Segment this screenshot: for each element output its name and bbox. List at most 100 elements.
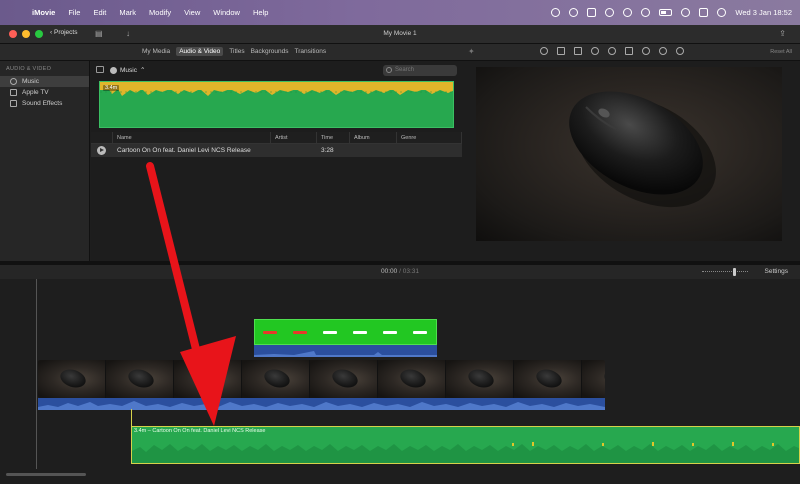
- timeline-scrollbar[interactable]: [6, 473, 86, 476]
- stabilization-icon[interactable]: [591, 47, 599, 55]
- zoom-slider[interactable]: [702, 271, 748, 273]
- clip-frame: [378, 360, 446, 398]
- col-genre[interactable]: Genre: [397, 132, 462, 143]
- user-icon[interactable]: [717, 8, 727, 17]
- current-time: 00:00: [381, 268, 398, 275]
- menu-modify[interactable]: Modify: [149, 8, 171, 17]
- clip-frame: [514, 360, 582, 398]
- video-clip-audio[interactable]: [38, 398, 605, 410]
- menu-bar: iMovie File Edit Mark Modify View Window…: [0, 0, 800, 25]
- cell-name: Cartoon On On feat. Daniel Levi NCS Rele…: [117, 147, 251, 154]
- menu-window[interactable]: Window: [213, 8, 240, 17]
- sidebar-item-music[interactable]: Music: [0, 76, 89, 87]
- clip-frame: [174, 360, 242, 398]
- search-input[interactable]: Search: [383, 65, 457, 76]
- sidebar-item-sound-effects[interactable]: Sound Effects: [0, 98, 89, 109]
- video-viewer: [462, 61, 800, 261]
- clip-filter-icon[interactable]: [659, 47, 667, 55]
- clip-frame: [242, 360, 310, 398]
- media-browser: Music ⌃ Search 3.4m Name Artist Time Alb…: [91, 61, 462, 261]
- music-clip-label: 3.4m – Cartoon On On feat. Daniel Levi N…: [134, 428, 266, 434]
- music-note-icon: [10, 78, 17, 85]
- record-icon[interactable]: [551, 8, 561, 17]
- play-preview-icon[interactable]: [97, 146, 106, 155]
- tab-backgrounds[interactable]: Backgrounds: [251, 48, 289, 56]
- menubar-clock[interactable]: Wed 3 Jan 18:52: [735, 8, 792, 17]
- music-icon: [110, 66, 117, 74]
- color-correction-icon[interactable]: [557, 47, 565, 55]
- speed-icon[interactable]: [642, 47, 650, 55]
- volume-icon[interactable]: [608, 47, 616, 55]
- cell-artist: [271, 144, 317, 157]
- tab-titles[interactable]: Titles: [229, 48, 244, 56]
- title-clip-audio[interactable]: [254, 345, 437, 357]
- battery-icon[interactable]: [659, 9, 673, 16]
- source-dropdown[interactable]: Music ⌃: [110, 66, 145, 74]
- playhead[interactable]: [36, 279, 37, 469]
- play-status-icon[interactable]: [641, 8, 651, 17]
- clip-connection-line: [131, 409, 132, 426]
- close-window-button[interactable]: [9, 30, 17, 38]
- projects-label: Projects: [53, 29, 78, 36]
- tab-my-media[interactable]: My Media: [142, 48, 170, 56]
- timecode: 00:00 / 03:31: [381, 268, 419, 275]
- timeline-header: 00:00 / 03:31 Settings: [0, 265, 800, 279]
- sidebar-item-label: Sound Effects: [22, 100, 63, 107]
- music-table: Name Artist Time Album Genre Cartoon On …: [91, 132, 462, 157]
- noise-reduction-icon[interactable]: [625, 47, 633, 55]
- audio-waveform-preview[interactable]: 3.4m: [99, 81, 454, 128]
- reset-all-button[interactable]: Reset All: [770, 49, 792, 55]
- waveform-graphic: [100, 82, 453, 96]
- video-preview[interactable]: [476, 67, 782, 241]
- settings-button[interactable]: Settings: [765, 268, 789, 275]
- import-icon[interactable]: ↓: [126, 29, 130, 38]
- share-icon[interactable]: ⇪: [779, 29, 786, 38]
- col-name[interactable]: Name: [113, 132, 271, 143]
- wifi-icon[interactable]: [681, 8, 691, 17]
- menu-mark[interactable]: Mark: [119, 8, 136, 17]
- sidebar-item-apple-tv[interactable]: Apple TV: [0, 87, 89, 98]
- col-artist[interactable]: Artist: [271, 132, 317, 143]
- library-toggle-icon[interactable]: ▤: [95, 29, 103, 38]
- col-time[interactable]: Time: [317, 132, 350, 143]
- table-row[interactable]: Cartoon On On feat. Daniel Levi NCS Rele…: [91, 144, 462, 157]
- magic-wand-icon[interactable]: ✦: [468, 47, 475, 56]
- cell-album: [350, 144, 397, 157]
- vpn-icon[interactable]: [605, 8, 615, 17]
- clock-icon[interactable]: [569, 8, 579, 17]
- music-clip[interactable]: 3.4m – Cartoon On On feat. Daniel Levi N…: [131, 426, 800, 464]
- clip-frame: [310, 360, 378, 398]
- video-clip[interactable]: [38, 360, 605, 398]
- minimize-window-button[interactable]: [22, 30, 30, 38]
- zoom-window-button[interactable]: [35, 30, 43, 38]
- info-icon[interactable]: [676, 47, 684, 55]
- menu-edit[interactable]: Edit: [93, 8, 106, 17]
- tab-audio-video[interactable]: Audio & Video: [176, 47, 224, 56]
- clip-frame: [106, 360, 174, 398]
- table-header: Name Artist Time Album Genre: [91, 132, 462, 144]
- chevron-updown-icon: ⌃: [139, 67, 146, 74]
- menu-imovie[interactable]: iMovie: [32, 8, 55, 17]
- menu-view[interactable]: View: [184, 8, 200, 17]
- sync-icon[interactable]: [623, 8, 633, 17]
- col-album[interactable]: Album: [350, 132, 397, 143]
- browser-tabs-bar: My Media Audio & Video Titles Background…: [0, 44, 462, 61]
- clip-frame: [38, 360, 106, 398]
- menu-file[interactable]: File: [68, 8, 80, 17]
- timeline: 3.4m – Cartoon On On feat. Daniel Levi N…: [0, 279, 800, 484]
- crop-icon[interactable]: [574, 47, 582, 55]
- color-balance-icon[interactable]: [540, 47, 548, 55]
- menu-help[interactable]: Help: [253, 8, 268, 17]
- duration-label: 3.4m: [103, 85, 120, 91]
- tv-icon: [10, 89, 17, 96]
- grammar-icon[interactable]: [587, 8, 597, 17]
- search-icon: [386, 67, 392, 73]
- folder-icon: [10, 100, 17, 107]
- title-clip[interactable]: [254, 319, 437, 345]
- control-center-icon[interactable]: [699, 8, 709, 17]
- zoom-slider-handle[interactable]: [733, 268, 736, 276]
- mouse-image: [569, 91, 716, 208]
- projects-back-button[interactable]: ‹ Projects: [50, 29, 77, 36]
- tab-transitions[interactable]: Transitions: [295, 48, 327, 56]
- layout-toggle-icon[interactable]: [96, 66, 104, 73]
